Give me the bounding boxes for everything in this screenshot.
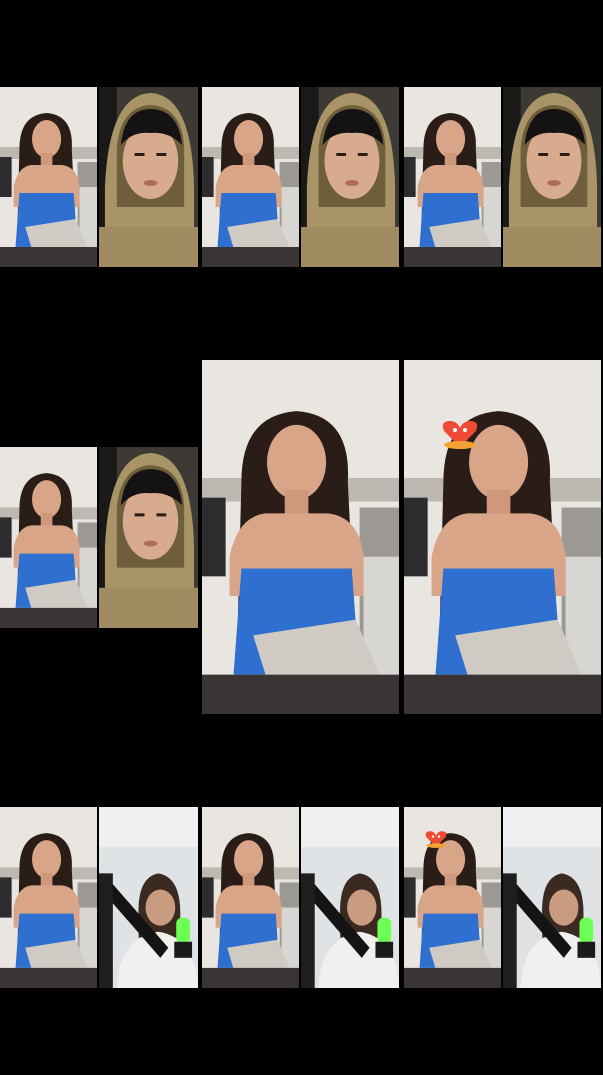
video-panel-streamer [503, 807, 601, 988]
woman-blue-dress-image [0, 87, 97, 267]
woman-blue-dress-image [0, 447, 97, 628]
streamer-white-sweater-image [99, 807, 198, 988]
man-hoodie-image [301, 87, 399, 267]
woman-blue-dress-image [404, 807, 501, 988]
video-collage [0, 0, 603, 1075]
video-panel-woman [0, 807, 97, 988]
video-panel-man [99, 447, 198, 628]
man-hoodie-image [503, 87, 601, 267]
woman-blue-dress-image [202, 807, 299, 988]
woman-blue-dress-image [404, 360, 601, 714]
video-panel-woman-heart [404, 807, 501, 988]
video-panel-woman [0, 447, 97, 628]
video-panel-man [301, 87, 399, 267]
man-hoodie-image [99, 87, 198, 267]
video-panel-man [99, 87, 198, 267]
heart-effect-icon [440, 418, 480, 450]
video-panel-large-woman [202, 360, 399, 714]
video-panel-streamer [301, 807, 399, 988]
video-panel-man [503, 87, 601, 267]
video-panel-woman [404, 87, 501, 267]
streamer-white-sweater-image [301, 807, 399, 988]
heart-effect-icon [424, 829, 448, 849]
video-panel-woman [202, 807, 299, 988]
video-panel-large-woman-heart [404, 360, 601, 714]
woman-blue-dress-image [202, 87, 299, 267]
woman-blue-dress-image [404, 87, 501, 267]
woman-blue-dress-image [0, 807, 97, 988]
video-panel-woman [0, 87, 97, 267]
man-hoodie-image [99, 447, 198, 628]
video-panel-woman [202, 87, 299, 267]
video-panel-streamer [99, 807, 198, 988]
woman-blue-dress-image [202, 360, 399, 714]
streamer-white-sweater-image [503, 807, 601, 988]
